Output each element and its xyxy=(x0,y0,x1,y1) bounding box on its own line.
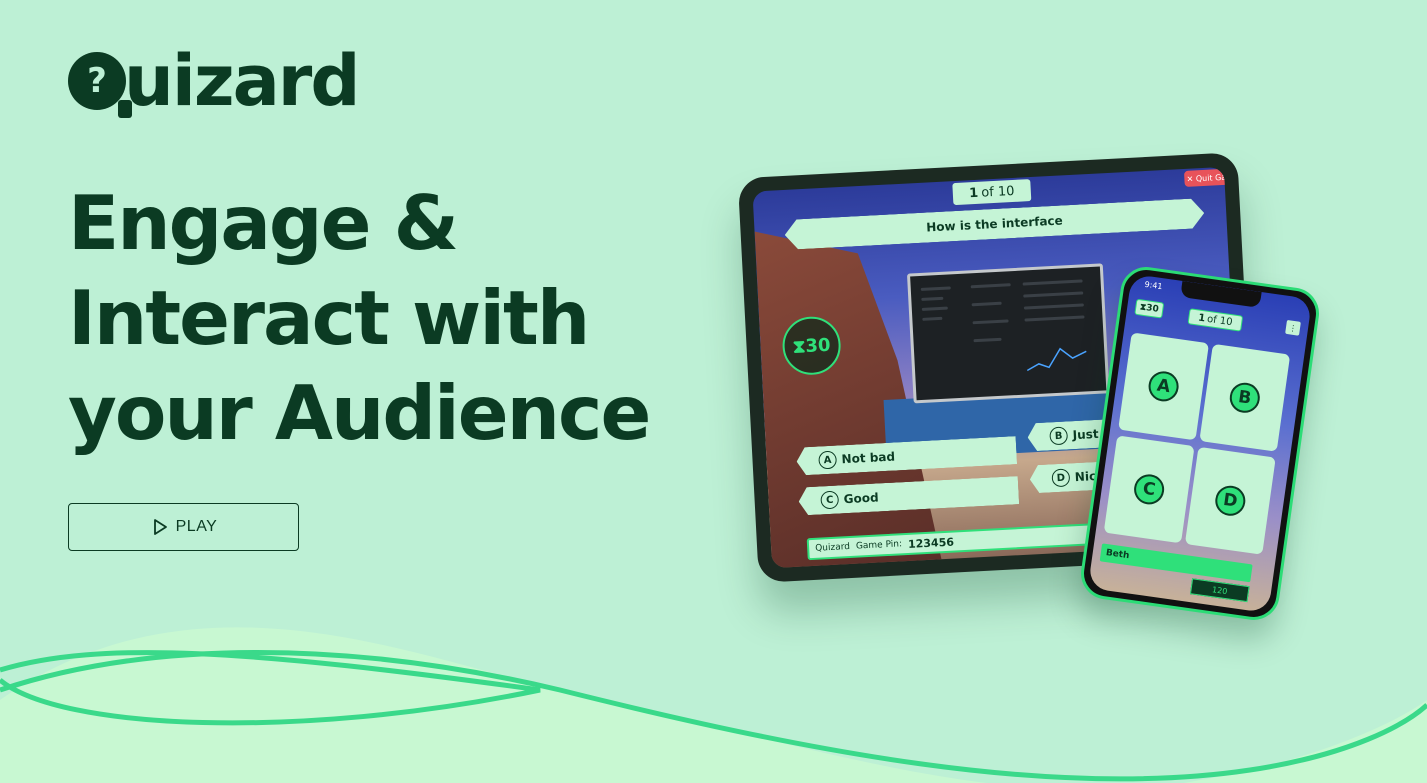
play-icon xyxy=(153,519,167,535)
player-score: 120 xyxy=(1189,578,1250,603)
hourglass-icon: ⧗ xyxy=(792,335,806,358)
choice-a-card[interactable]: A xyxy=(1118,332,1210,441)
headline-line-3: your Audience xyxy=(68,369,651,457)
question-counter: 1 of 10 xyxy=(952,179,1032,206)
play-button-label: PLAY xyxy=(175,518,218,535)
status-time: 9:41 xyxy=(1143,279,1164,292)
hero-headline: Engage & Interact with your Audience xyxy=(68,176,748,461)
more-menu-icon[interactable]: ⋮ xyxy=(1285,319,1301,336)
phone-screen: 9:41 ⧗ 30 1 of 10 ⋮ A B C D Beth 120 xyxy=(1087,273,1313,614)
quizard-small-logo: Quizard xyxy=(814,541,851,554)
choice-c-card[interactable]: C xyxy=(1103,435,1195,544)
quit-game-button[interactable]: ✕ Quit Ga xyxy=(1183,168,1229,187)
question-image xyxy=(906,263,1110,404)
phone-timer: ⧗ 30 xyxy=(1134,298,1165,319)
question-mark-icon: ? xyxy=(68,52,132,118)
headline-line-2: Interact with xyxy=(68,274,590,362)
question-banner: How is the interface xyxy=(784,198,1205,250)
phone-notch xyxy=(1180,280,1262,308)
quizard-logo[interactable]: ? uizard xyxy=(68,40,360,122)
choice-b-card[interactable]: B xyxy=(1199,343,1291,452)
pin-value: 123456 xyxy=(907,535,955,551)
pin-label: Game Pin: xyxy=(855,539,903,552)
play-button[interactable]: PLAY xyxy=(68,503,299,551)
choice-d-card[interactable]: D xyxy=(1184,446,1276,555)
headline-line-1: Engage & xyxy=(68,179,459,267)
logo-wordmark: uizard xyxy=(124,40,360,122)
phone-question-counter: 1 of 10 xyxy=(1187,308,1244,332)
